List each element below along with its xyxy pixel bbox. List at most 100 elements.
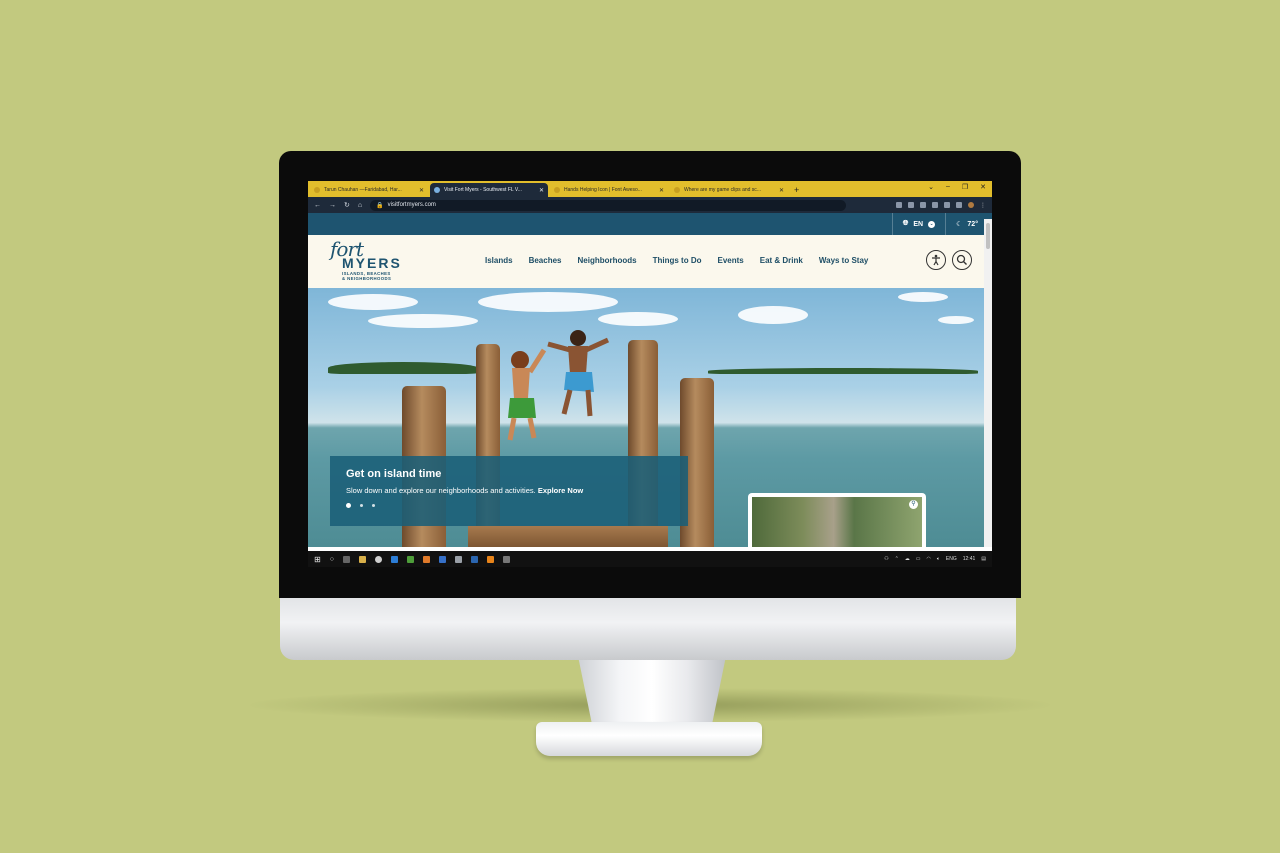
- app-icon[interactable]: [502, 555, 510, 563]
- cloud-icon[interactable]: ☁: [905, 556, 910, 562]
- chrome-icon[interactable]: [374, 555, 382, 563]
- logo-tagline: ISLANDS, BEACHES & NEIGHBORHOODS: [342, 271, 391, 281]
- tab-title: Hands Helping Icon | Font Aweso...: [564, 187, 642, 193]
- nav-item-eat-drink[interactable]: Eat & Drink: [752, 256, 811, 265]
- carousel-dot-active[interactable]: [346, 503, 351, 508]
- maximize-icon[interactable]: ❐: [962, 183, 968, 191]
- language-selector[interactable]: 🌐︎ EN ⌄: [891, 213, 945, 235]
- cloud: [328, 294, 418, 310]
- hero-caption: Get on island time Slow down and explore…: [330, 456, 688, 526]
- notification-icon[interactable]: ▤: [981, 556, 986, 562]
- tab-title: Where are my game clips and sc...: [684, 187, 761, 193]
- task-view-icon[interactable]: [342, 555, 350, 563]
- close-icon[interactable]: ✕: [659, 187, 664, 194]
- app-icon[interactable]: [454, 555, 462, 563]
- cloud: [368, 314, 478, 328]
- tab-title: Visit Fort Myers - Southwest FL V...: [444, 187, 522, 193]
- location-pin-icon: ⚲: [909, 500, 918, 509]
- window-controls: ⌄ – ❐ ✕: [928, 183, 986, 191]
- forward-icon[interactable]: →: [329, 202, 336, 209]
- tab-favicon-icon: [434, 187, 440, 193]
- cloud: [598, 312, 678, 326]
- battery-icon[interactable]: ▭: [916, 556, 921, 562]
- nav-item-beaches[interactable]: Beaches: [521, 256, 570, 265]
- nav-item-neighborhoods[interactable]: Neighborhoods: [570, 256, 645, 265]
- globe-icon: 🌐︎: [902, 220, 909, 227]
- vlc-icon[interactable]: [486, 555, 494, 563]
- nav-item-islands[interactable]: Islands: [477, 256, 521, 265]
- close-icon[interactable]: ✕: [539, 187, 544, 194]
- tab-favicon-icon: [314, 187, 320, 193]
- menu-kebab-icon[interactable]: ⋮: [980, 202, 986, 209]
- browser-tab[interactable]: Hands Helping Icon | Font Aweso... ✕: [550, 183, 668, 197]
- reload-icon[interactable]: ↻: [344, 201, 350, 209]
- extension-icon[interactable]: [920, 201, 926, 208]
- person-icon[interactable]: ⚇: [884, 556, 888, 562]
- file-explorer-icon[interactable]: [358, 555, 366, 563]
- vscode-icon[interactable]: [390, 555, 398, 563]
- dock: [468, 526, 668, 547]
- search-icon: [956, 254, 967, 265]
- carousel-dot[interactable]: [372, 504, 375, 507]
- thumbnail-image: ⚲: [752, 497, 922, 547]
- app-icon[interactable]: [422, 555, 430, 563]
- home-icon[interactable]: ⌂: [358, 202, 362, 209]
- browser-tab[interactable]: Where are my game clips and sc... ✕: [670, 183, 788, 197]
- windows-start-icon[interactable]: ⊞: [314, 555, 321, 564]
- address-bar[interactable]: 🔒 visitfortmyers.com: [370, 199, 847, 211]
- accessibility-button[interactable]: [926, 250, 946, 270]
- chevron-down-icon: ⌄: [928, 220, 936, 228]
- system-tray: ⚇ ⌃ ☁ ▭ ◠ 🔈︎ ENG 12:41 ▤: [884, 556, 986, 562]
- hero-body-text: Slow down and explore our neighborhoods …: [346, 486, 536, 495]
- cloud: [738, 306, 808, 324]
- logo-wordmark: MYERS: [342, 255, 402, 271]
- share-icon[interactable]: [896, 201, 902, 208]
- browser-tab-active[interactable]: Visit Fort Myers - Southwest FL V... ✕: [430, 183, 548, 197]
- close-icon[interactable]: ✕: [980, 183, 986, 191]
- clock[interactable]: 12:41: [963, 556, 976, 562]
- island: [328, 362, 478, 374]
- app-icon[interactable]: [470, 555, 478, 563]
- carousel-dot[interactable]: [360, 504, 363, 507]
- minimize-icon[interactable]: –: [946, 183, 950, 191]
- back-icon[interactable]: ←: [314, 202, 321, 209]
- cloud: [938, 316, 974, 324]
- close-icon[interactable]: ✕: [419, 187, 424, 194]
- bookmark-icon[interactable]: [908, 201, 914, 208]
- nav-item-events[interactable]: Events: [710, 256, 752, 265]
- chevron-down-icon[interactable]: ⌄: [928, 183, 934, 191]
- page-scrollbar[interactable]: [984, 219, 992, 547]
- fort-myers-logo[interactable]: fort MYERS ISLANDS, BEACHES & NEIGHBORHO…: [330, 239, 420, 285]
- explore-now-link[interactable]: Explore Now: [538, 486, 583, 495]
- header-icons: [926, 250, 972, 270]
- browser-tab[interactable]: Tarun Chauhan —Faridabad, Har... ✕: [310, 183, 428, 197]
- nav-item-ways-to-stay[interactable]: Ways to Stay: [811, 256, 877, 265]
- featured-thumbnail[interactable]: ⚲: [748, 493, 926, 547]
- search-button[interactable]: [952, 250, 972, 270]
- avatar[interactable]: [968, 201, 974, 208]
- volume-icon[interactable]: 🔈︎: [937, 556, 940, 562]
- monitor-stand-foot: [536, 722, 762, 756]
- extension-icon[interactable]: [932, 201, 938, 208]
- utility-bar: 🌐︎ EN ⌄ ☾ 72°: [308, 213, 992, 235]
- extension-icon[interactable]: [944, 201, 950, 208]
- moon-icon: ☾: [956, 221, 963, 228]
- url-text: visitfortmyers.com: [387, 202, 436, 208]
- chevron-up-icon[interactable]: ⌃: [895, 556, 899, 562]
- hero-banner: Get on island time Slow down and explore…: [308, 288, 992, 547]
- close-icon[interactable]: ✕: [779, 187, 784, 194]
- app-icon[interactable]: [406, 555, 414, 563]
- kids-jumping: [507, 330, 610, 441]
- island: [708, 368, 978, 374]
- browser-tab-bar: Tarun Chauhan —Faridabad, Har... ✕ Visit…: [308, 181, 992, 197]
- nav-item-things-to-do[interactable]: Things to Do: [645, 256, 710, 265]
- main-menu: Islands Beaches Neighborhoods Things to …: [477, 256, 876, 265]
- puzzle-icon[interactable]: [956, 201, 962, 208]
- language-indicator[interactable]: ENG: [946, 556, 957, 562]
- search-icon[interactable]: ○: [330, 556, 334, 563]
- temperature: 72°: [967, 220, 978, 228]
- new-tab-button[interactable]: +: [794, 183, 799, 197]
- app-icon[interactable]: [438, 555, 446, 563]
- scrollbar-thumb[interactable]: [986, 223, 990, 249]
- wifi-icon[interactable]: ◠: [927, 556, 931, 562]
